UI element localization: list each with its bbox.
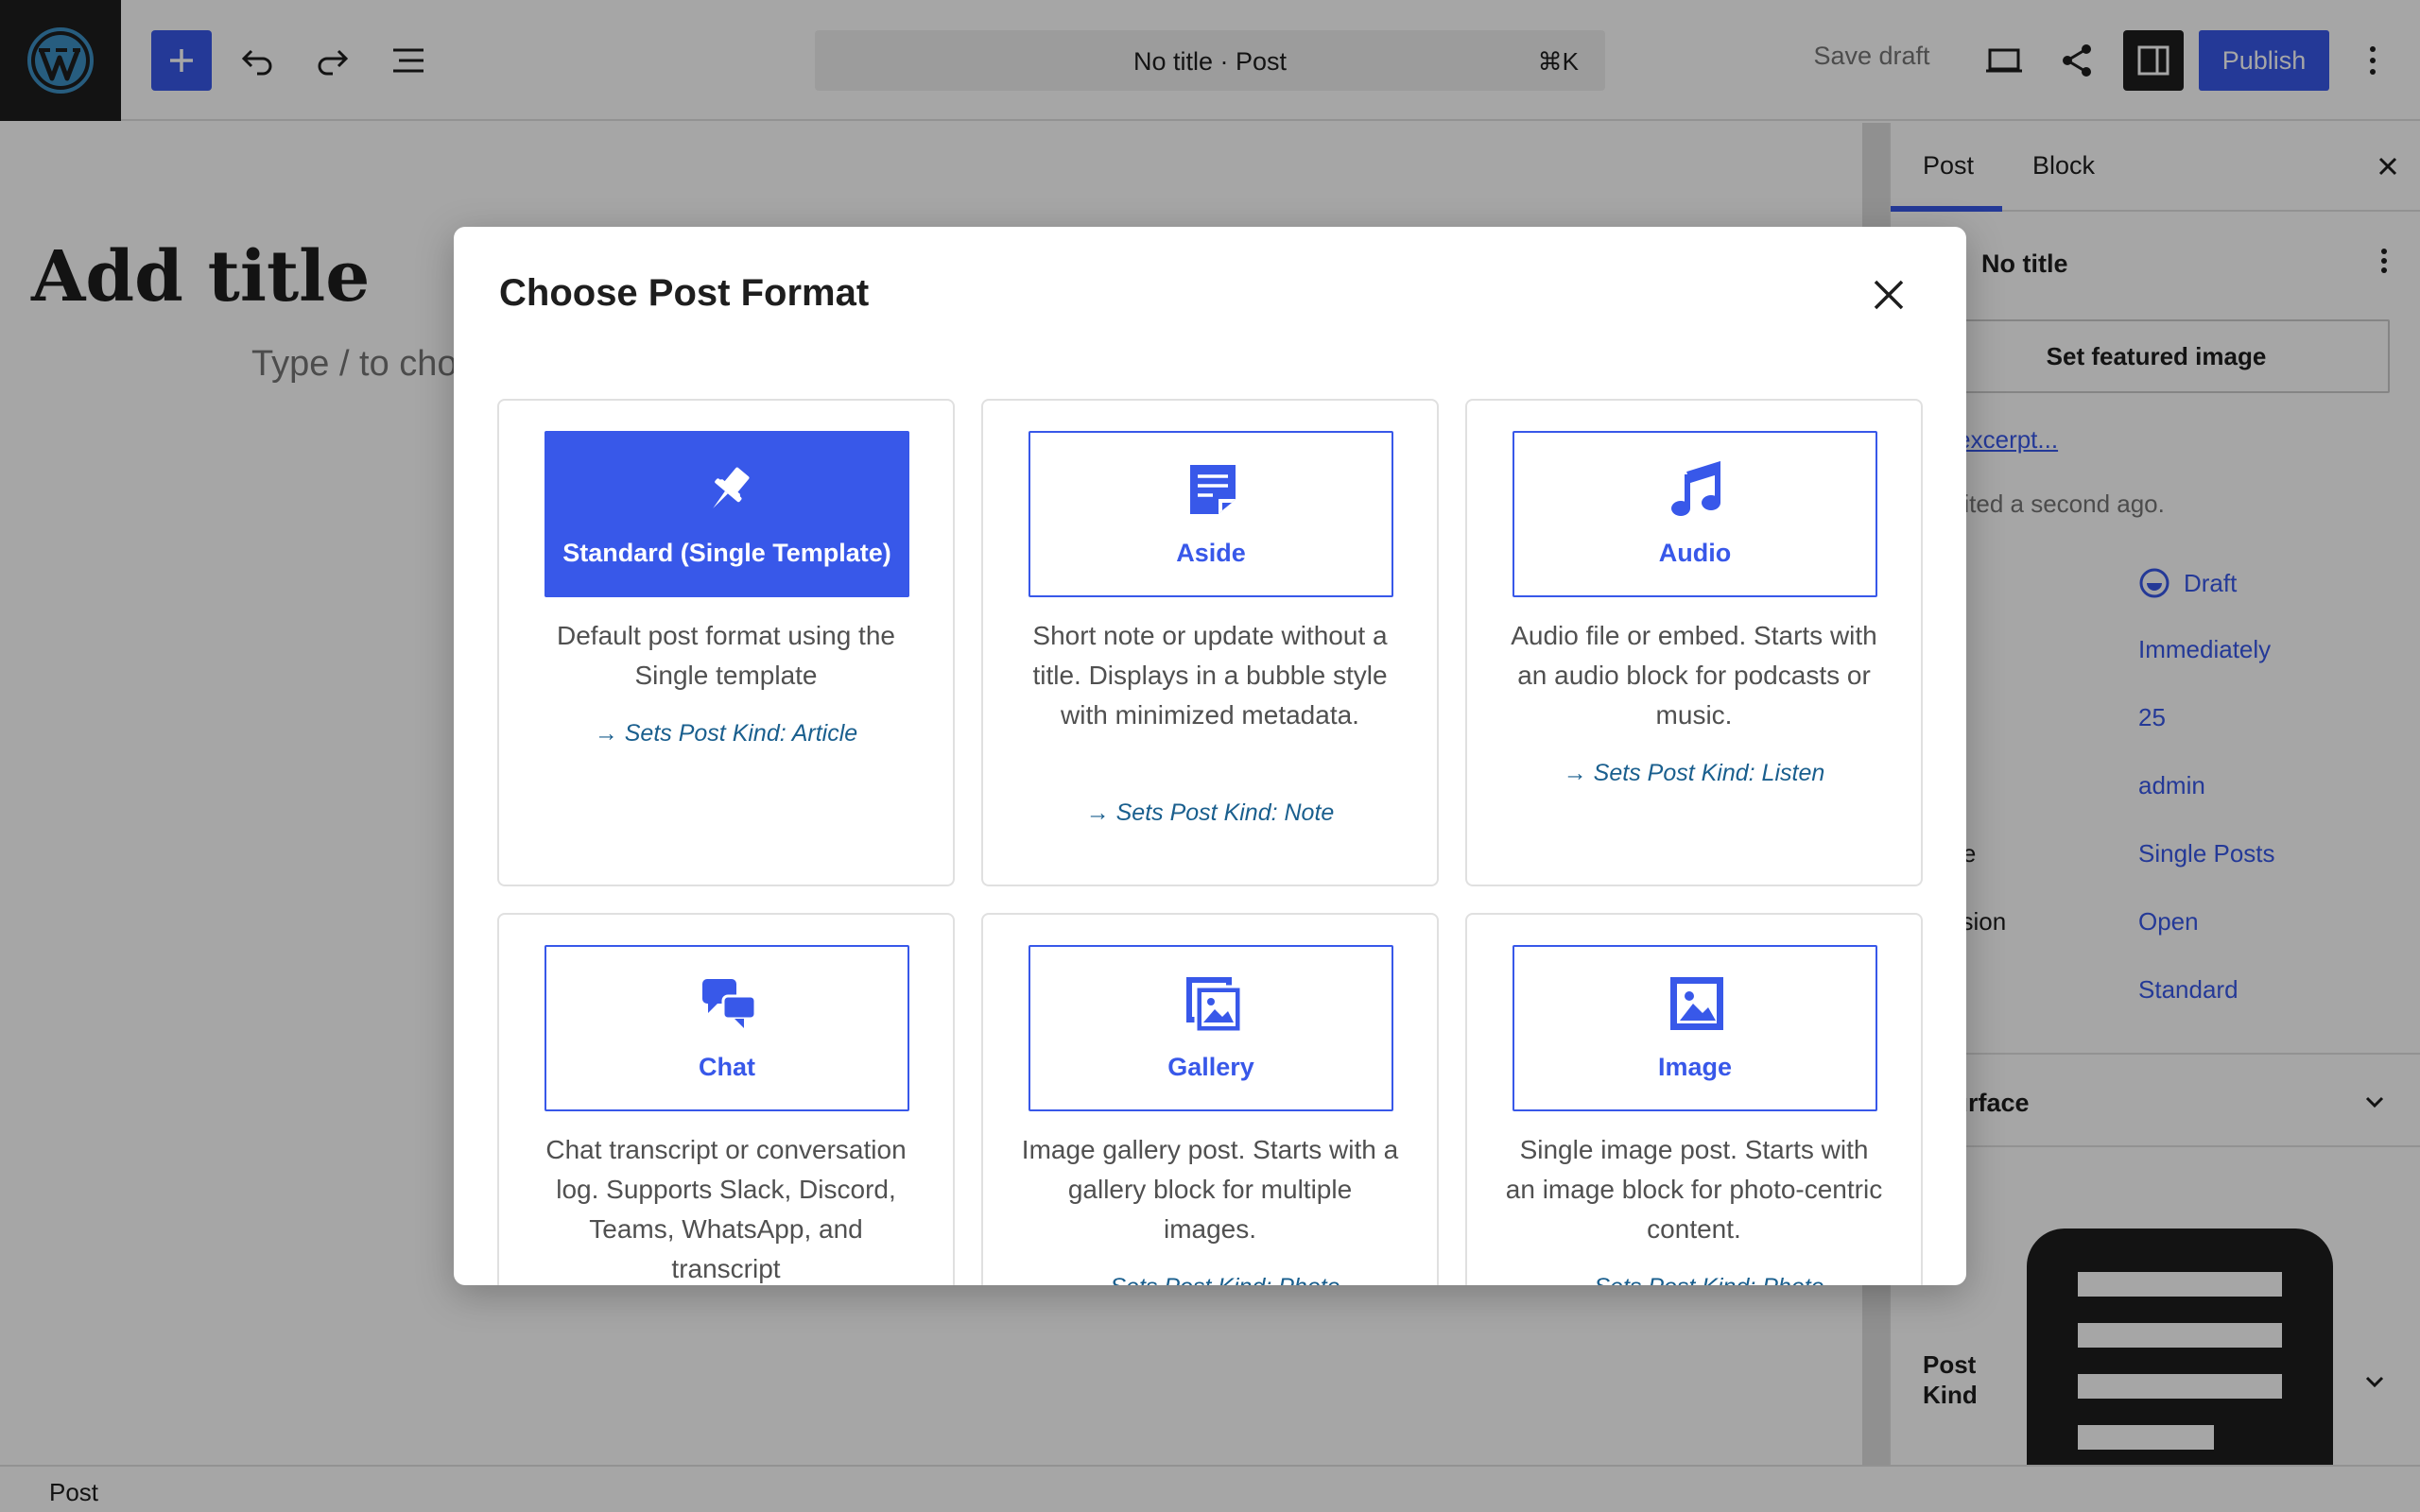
format-description: Audio file or embed. Starts with an audi… (1511, 621, 1877, 730)
post-kind-note: → Sets Post Kind: Listen (1563, 760, 1825, 786)
post-kind-note: → Sets Post Kind: Note (1085, 799, 1335, 826)
modal-title: Choose Post Format (499, 272, 870, 314)
format-option-gallery[interactable]: Gallery (1028, 945, 1393, 1111)
format-card-aside: Aside Short note or update without a tit… (981, 399, 1439, 886)
format-card-chat: Chat Chat transcript or conversation log… (497, 913, 955, 1285)
format-option-chat[interactable]: Chat (544, 945, 909, 1111)
format-description: Image gallery post. Starts with a galler… (1021, 1135, 1399, 1244)
format-card-audio: Audio Audio file or embed. Starts with a… (1465, 399, 1923, 886)
gallery-icon (1186, 977, 1241, 1032)
note-icon (1190, 465, 1236, 514)
format-card-image: Image Single image post. Starts with an … (1465, 913, 1923, 1285)
format-option-label: Chat (699, 1053, 755, 1081)
format-card-standard: Standard (Single Template) Default post … (497, 399, 955, 886)
post-kind-note: → Sets Post Kind: Photo (983, 1274, 1437, 1285)
format-description: Default post format using the Single tem… (557, 621, 895, 690)
image-icon (1670, 977, 1723, 1030)
post-kind-note: → Sets Post Kind: Article (594, 720, 858, 747)
post-kind-note: → Sets Post Kind: Photo (1467, 1274, 1921, 1285)
format-card-gallery: Gallery Image gallery post. Starts with … (981, 913, 1439, 1285)
format-option-aside[interactable]: Aside (1028, 431, 1393, 597)
format-option-audio[interactable]: Audio (1512, 431, 1877, 597)
format-description: Short note or update without a title. Di… (1032, 621, 1388, 730)
music-note-icon (1671, 461, 1720, 516)
chat-bubbles-icon (702, 979, 757, 1028)
format-option-image[interactable]: Image (1512, 945, 1877, 1111)
format-description: Chat transcript or conversation log. Sup… (545, 1135, 907, 1283)
format-description: Single image post. Starts with an image … (1505, 1135, 1883, 1244)
close-icon[interactable] (1866, 272, 1911, 318)
format-option-label: Image (1657, 1053, 1733, 1081)
pin-icon (713, 467, 750, 508)
format-option-label: Audio (1658, 539, 1732, 567)
post-format-modal: Choose Post Format Standard (Single Temp… (454, 227, 1966, 1285)
format-option-label: Gallery (1167, 1053, 1254, 1081)
format-option-label: Standard (Single Template) (562, 539, 891, 567)
format-option-label: Aside (1176, 539, 1246, 567)
format-option-standard[interactable]: Standard (Single Template) (544, 431, 909, 597)
